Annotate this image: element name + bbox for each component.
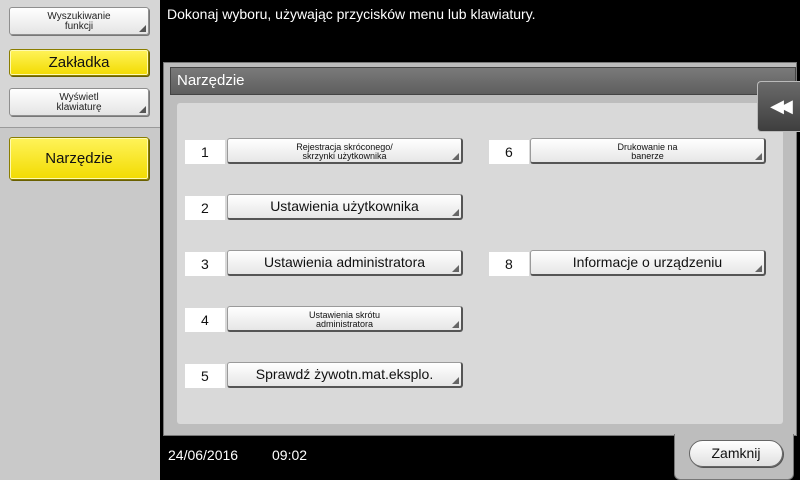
- corner-mark-icon: [452, 377, 459, 384]
- corner-mark-icon: [139, 25, 146, 32]
- bookmark-button[interactable]: Zakładka: [9, 49, 149, 76]
- corner-mark-icon: [755, 153, 762, 160]
- user-settings-button[interactable]: Ustawienia użytkownika: [227, 194, 463, 220]
- double-left-arrow-icon[interactable]: ◀◀: [757, 81, 800, 132]
- banner-printing-label-line2: banerze: [631, 151, 664, 161]
- admin-shortcut-label-line2: administratora: [315, 319, 374, 329]
- corner-mark-icon: [139, 106, 146, 113]
- item-number-5: 5: [185, 364, 225, 388]
- box-registration-label-line2: skrzynki użytkownika: [302, 151, 387, 161]
- instruction-message: Dokonaj wyboru, używając przycisków menu…: [167, 6, 536, 22]
- item-number-8: 8: [489, 252, 529, 276]
- item-number-6: 6: [489, 140, 529, 164]
- panel-title: Narzędzie: [170, 67, 796, 95]
- search-functions-label-line2: funkcji: [64, 21, 94, 32]
- utility-label: Narzędzie: [45, 150, 113, 167]
- corner-mark-icon: [452, 153, 459, 160]
- bookmark-label: Zakładka: [48, 54, 110, 71]
- box-registration-button[interactable]: Rejestracja skróconego/ skrzynki użytkow…: [227, 138, 463, 164]
- date-display: 24/06/2016: [168, 447, 239, 463]
- corner-mark-icon: [452, 321, 459, 328]
- user-settings-label: Ustawienia użytkownika: [270, 198, 419, 214]
- time-display: 09:02: [272, 447, 308, 463]
- device-information-label: Informacje o urządzeniu: [572, 254, 723, 270]
- show-keypad-label-line2: klawiaturę: [56, 102, 102, 113]
- item-number-4: 4: [185, 308, 225, 332]
- show-keypad-button[interactable]: Wyświetl klawiaturę: [9, 88, 149, 116]
- item-number-3: 3: [185, 252, 225, 276]
- item-number-1: 1: [185, 140, 225, 164]
- corner-mark-icon: [452, 265, 459, 272]
- banner-printing-button[interactable]: Drukowanie na banerze: [530, 138, 766, 164]
- device-information-button[interactable]: Informacje o urządzeniu: [530, 250, 766, 276]
- admin-shortcut-settings-button[interactable]: Ustawienia skrótu administratora: [227, 306, 463, 332]
- corner-mark-icon: [452, 209, 459, 216]
- corner-mark-icon: [755, 265, 762, 272]
- check-consumable-life-button[interactable]: Sprawdź żywotn.mat.eksplo.: [227, 362, 463, 388]
- search-functions-button[interactable]: Wyszukiwanie funkcji: [9, 7, 149, 35]
- close-button[interactable]: Zamknij: [689, 440, 783, 467]
- admin-settings-button[interactable]: Ustawienia administratora: [227, 250, 463, 276]
- admin-settings-label: Ustawienia administratora: [263, 254, 426, 270]
- item-number-2: 2: [185, 196, 225, 220]
- utility-button[interactable]: Narzędzie: [9, 137, 149, 180]
- check-consumable-life-label: Sprawdź żywotn.mat.eksplo.: [255, 366, 434, 382]
